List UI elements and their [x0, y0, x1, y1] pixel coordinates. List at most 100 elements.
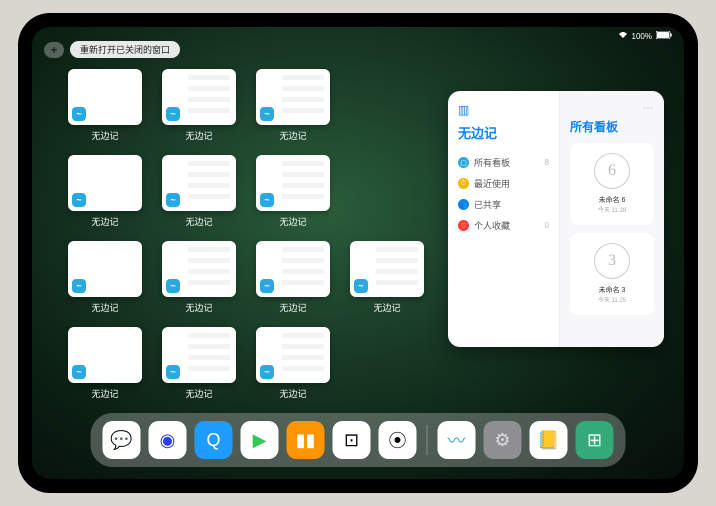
board-subtitle: 今天 11:28 [598, 205, 626, 214]
reopen-label: 重新打开已关闭的窗口 [80, 45, 170, 55]
app-window[interactable]: 无边记 [256, 155, 330, 233]
window-label: 无边记 [91, 215, 118, 228]
freeform-app-icon [72, 279, 86, 293]
new-window-button[interactable]: + [44, 42, 64, 58]
board-card[interactable]: 3 未命名 3今天 11:25 [570, 233, 654, 315]
panel-nav: ▢ 所有看板 8 ⏱ 最近使用 👥已共享 ♡ 个人收藏 0 [458, 152, 549, 236]
board-card[interactable]: 6 未命名 6今天 11:28 [570, 143, 654, 225]
app-window[interactable]: 无边记 [256, 327, 330, 405]
panel-content: ⋯ 所有看板 6 未命名 6今天 11:28 3 未命名 3今天 11:25 [560, 91, 664, 347]
app-window[interactable]: 无边记 [256, 241, 330, 319]
board-name: 未命名 3 [599, 285, 626, 295]
dock-wechat-icon[interactable]: 💬 [103, 421, 141, 459]
window-label: 无边记 [373, 301, 400, 314]
dock-books-icon[interactable]: ▮▮ [287, 421, 325, 459]
nav-icon: ⏱ [458, 178, 469, 189]
app-switcher-grid: 无边记无边记无边记无边记无边记无边记无边记无边记无边记无边记无边记无边记无边记 [68, 69, 424, 405]
app-window[interactable]: 无边记 [68, 155, 142, 233]
board-sketch: 6 [594, 153, 630, 189]
app-window[interactable]: 无边记 [162, 327, 236, 405]
top-bar: + 重新打开已关闭的窗口 [44, 41, 180, 58]
board-subtitle: 今天 11:25 [598, 295, 626, 304]
nav-count: 0 [545, 221, 549, 230]
freeform-app-icon [260, 365, 274, 379]
freeform-app-icon [72, 365, 86, 379]
nav-label: 个人收藏 [474, 219, 510, 232]
app-window[interactable]: 无边记 [162, 241, 236, 319]
freeform-app-icon [72, 193, 86, 207]
window-thumbnail [256, 155, 330, 211]
board-sketch: 3 [594, 243, 630, 279]
dock-play-icon[interactable]: ▶ [241, 421, 279, 459]
dock-connect-icon[interactable]: ⦿ [379, 421, 417, 459]
board-name: 未命名 6 [599, 195, 626, 205]
ipad-frame: 100% + 重新打开已关闭的窗口 无边记无边记无边记无边记无边记无边记无边记无… [18, 13, 698, 493]
freeform-app-icon [260, 279, 274, 293]
nav-count: 8 [545, 158, 549, 167]
window-label: 无边记 [279, 129, 306, 142]
battery-text: 100% [632, 32, 652, 41]
nav-item[interactable]: 👥已共享 [458, 194, 549, 215]
window-thumbnail [68, 155, 142, 211]
nav-icon: ▢ [458, 157, 469, 168]
dock-quark-icon[interactable]: ◉ [149, 421, 187, 459]
nav-item[interactable]: ▢ 所有看板 8 [458, 152, 549, 173]
panel-sidebar: ▥ 无边记 ▢ 所有看板 8 ⏱ 最近使用 👥已共享 ♡ 个人收藏 0 [448, 91, 560, 347]
window-label: 无边记 [279, 387, 306, 400]
window-thumbnail [256, 69, 330, 125]
wifi-icon [618, 31, 628, 41]
window-thumbnail [162, 241, 236, 297]
screen: 100% + 重新打开已关闭的窗口 无边记无边记无边记无边记无边记无边记无边记无… [32, 27, 684, 479]
dock-separator [427, 425, 428, 455]
nav-label: 所有看板 [474, 156, 510, 169]
window-thumbnail [68, 241, 142, 297]
app-window[interactable]: 无边记 [256, 69, 330, 147]
dock-dice-icon[interactable]: ⊡ [333, 421, 371, 459]
app-window[interactable]: 无边记 [68, 327, 142, 405]
nav-item[interactable]: ⏱ 最近使用 [458, 173, 549, 194]
app-window[interactable]: 无边记 [350, 241, 424, 319]
nav-icon: ♡ [458, 220, 469, 231]
sidebar-toggle-icon[interactable]: ▥ [458, 103, 549, 117]
panel-title: 无边记 [458, 123, 549, 142]
nav-label: 最近使用 [474, 177, 510, 190]
window-thumbnail [256, 241, 330, 297]
app-window[interactable]: 无边记 [68, 69, 142, 147]
window-thumbnail [162, 69, 236, 125]
plus-icon: + [50, 43, 57, 57]
dock: 💬◉Q▶▮▮⊡⦿ 〰⚙📒⊞ [91, 413, 626, 467]
panel-right-title: 所有看板 [570, 118, 654, 135]
window-label: 无边记 [185, 129, 212, 142]
freeform-app-icon [166, 365, 180, 379]
window-thumbnail [162, 155, 236, 211]
freeform-app-icon [166, 279, 180, 293]
nav-item[interactable]: ♡ 个人收藏 0 [458, 215, 549, 236]
window-label: 无边记 [185, 215, 212, 228]
nav-label: 已共享 [474, 198, 501, 211]
freeform-app-icon [260, 193, 274, 207]
window-label: 无边记 [279, 301, 306, 314]
window-label: 无边记 [279, 215, 306, 228]
window-label: 无边记 [91, 387, 118, 400]
dock-settings-icon[interactable]: ⚙ [484, 421, 522, 459]
window-thumbnail [350, 241, 424, 297]
window-thumbnail [162, 327, 236, 383]
window-thumbnail [68, 327, 142, 383]
dock-freeform-icon[interactable]: 〰 [438, 421, 476, 459]
window-label: 无边记 [185, 387, 212, 400]
freeform-app-icon [354, 279, 368, 293]
freeform-app-icon [72, 107, 86, 121]
app-window[interactable]: 无边记 [162, 69, 236, 147]
dock-notes-icon[interactable]: 📒 [530, 421, 568, 459]
app-window[interactable]: 无边记 [68, 241, 142, 319]
window-thumbnail [256, 327, 330, 383]
freeform-app-icon [260, 107, 274, 121]
reopen-closed-window-button[interactable]: 重新打开已关闭的窗口 [70, 41, 180, 58]
status-bar: 100% [618, 31, 672, 41]
freeform-panel[interactable]: ▥ 无边记 ▢ 所有看板 8 ⏱ 最近使用 👥已共享 ♡ 个人收藏 0 ⋯ 所有看板 6 未命名 … [448, 91, 664, 347]
dock-qqbrowser-icon[interactable]: Q [195, 421, 233, 459]
more-icon[interactable]: ⋯ [570, 103, 654, 114]
dock-app-library-icon[interactable]: ⊞ [576, 421, 614, 459]
window-label: 无边记 [185, 301, 212, 314]
app-window[interactable]: 无边记 [162, 155, 236, 233]
